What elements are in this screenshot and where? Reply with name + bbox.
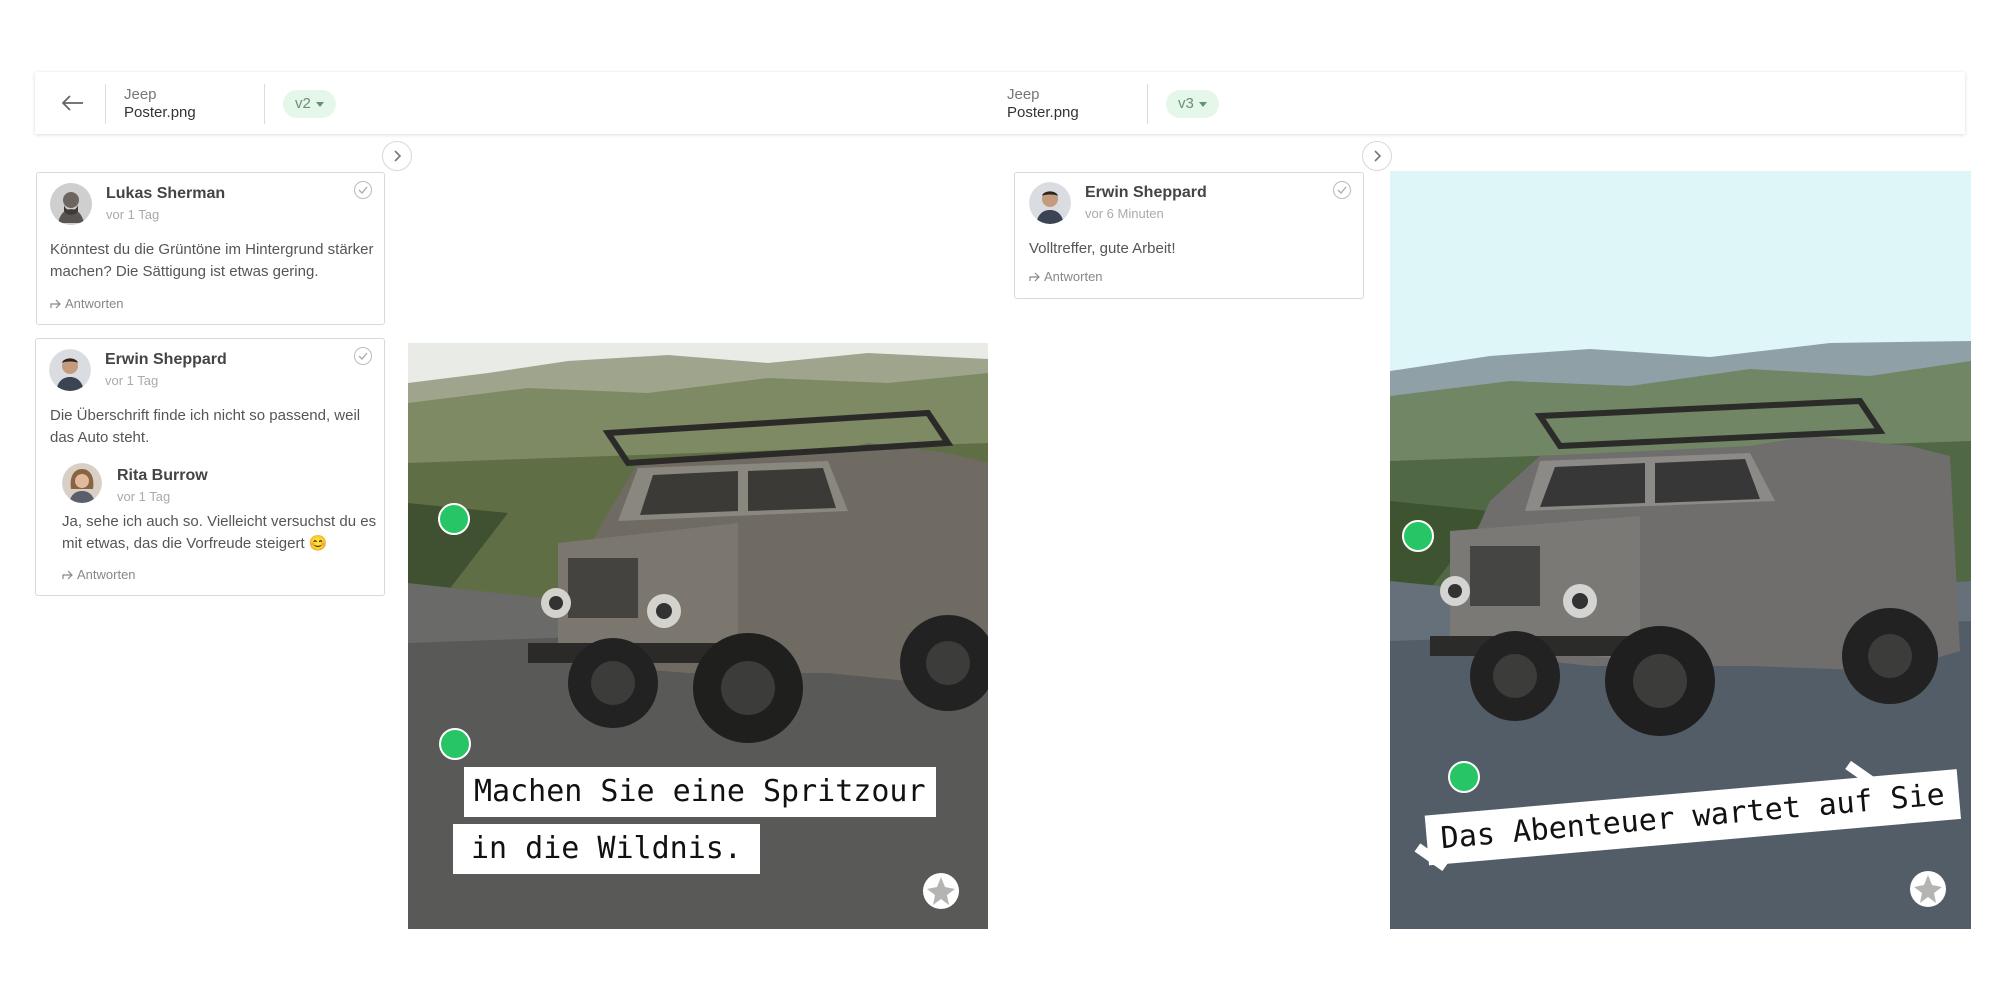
comment-pin[interactable] <box>438 503 470 535</box>
caret-down-icon <box>1198 101 1207 107</box>
comment-card: Lukas Sherman vor 1 Tag Könntest du die … <box>36 172 385 325</box>
version-label: v2 <box>295 95 311 112</box>
poster-image-v2: Machen Sie eine Spritzour in die Wildnis… <box>408 343 988 929</box>
comment-pin[interactable] <box>1448 761 1480 793</box>
version-label: v3 <box>1178 95 1194 112</box>
collapse-comments-left-button[interactable] <box>382 141 412 171</box>
file-name: Poster.png <box>1007 104 1079 121</box>
file-name: Poster.png <box>124 104 196 121</box>
top-bar: Jeep Poster.png v2 Jeep Poster.png v3 <box>35 72 1965 134</box>
resolve-check-icon[interactable] <box>1333 181 1351 199</box>
comment-author: Lukas Sherman <box>106 185 226 202</box>
project-name: Jeep <box>124 86 157 103</box>
comment-time: vor 6 Minuten <box>1085 206 1164 221</box>
arrow-left-icon <box>62 95 83 111</box>
comment-author: Erwin Sheppard <box>1085 184 1207 201</box>
reply-arrow-icon <box>1029 272 1040 281</box>
reply-label: Antworten <box>1044 269 1103 284</box>
caret-down-icon <box>315 101 324 107</box>
reply-button[interactable]: Antworten <box>62 567 136 582</box>
comment-author: Erwin Sheppard <box>105 351 227 368</box>
avatar <box>49 349 91 391</box>
reply-arrow-icon <box>50 299 61 308</box>
reply-button[interactable]: Antworten <box>1029 269 1103 284</box>
poster-headline-line1: Machen Sie eine Spritzour <box>464 767 936 817</box>
resolve-check-icon[interactable] <box>354 347 372 365</box>
version-selector-right[interactable]: v3 <box>1166 90 1219 118</box>
comment-text: Könntest du die Grüntöne im Hintergrund … <box>50 241 374 280</box>
divider <box>264 84 265 124</box>
back-button[interactable] <box>57 87 89 119</box>
reply-time: vor 1 Tag <box>117 489 171 504</box>
reply-text: Ja, sehe ich auch so. Vielleicht versuch… <box>62 513 377 552</box>
poster-headline-line2: in die Wildnis. <box>453 824 760 874</box>
reply-label: Antworten <box>65 296 124 311</box>
comment-time: vor 1 Tag <box>106 207 160 222</box>
chevron-right-icon <box>394 150 402 162</box>
avatar <box>50 183 92 225</box>
file-name-right: Jeep Poster.png <box>1007 86 1079 122</box>
comment-pin[interactable] <box>1402 520 1434 552</box>
reply-button[interactable]: Antworten <box>50 296 124 311</box>
comment-time: vor 1 Tag <box>105 373 159 388</box>
comment-pin[interactable] <box>439 728 471 760</box>
chevron-right-icon <box>1374 150 1382 162</box>
divider <box>105 84 106 124</box>
reply-label: Antworten <box>77 567 136 582</box>
avatar <box>1029 182 1071 224</box>
avatar <box>62 463 102 503</box>
comment-text: Volltreffer, gute Arbeit! <box>1029 240 1176 257</box>
collapse-comments-right-button[interactable] <box>1362 141 1392 171</box>
project-name: Jeep <box>1007 86 1040 103</box>
comment-card: Erwin Sheppard vor 1 Tag Die Überschrift… <box>35 338 385 596</box>
reply-author: Rita Burrow <box>117 467 208 484</box>
divider <box>1147 84 1148 124</box>
resolve-check-icon[interactable] <box>354 181 372 199</box>
poster-image-v3: Das Abenteuer wartet auf Sie <box>1390 171 1971 929</box>
file-name-left: Jeep Poster.png <box>124 86 196 122</box>
version-selector-left[interactable]: v2 <box>283 90 336 118</box>
comment-text: Die Überschrift finde ich nicht so passe… <box>50 407 361 446</box>
brand-logo-icon <box>923 873 959 909</box>
comment-card: Erwin Sheppard vor 6 Minuten Volltreffer… <box>1014 172 1364 299</box>
brand-logo-icon <box>1910 871 1946 907</box>
reply-arrow-icon <box>62 570 73 579</box>
